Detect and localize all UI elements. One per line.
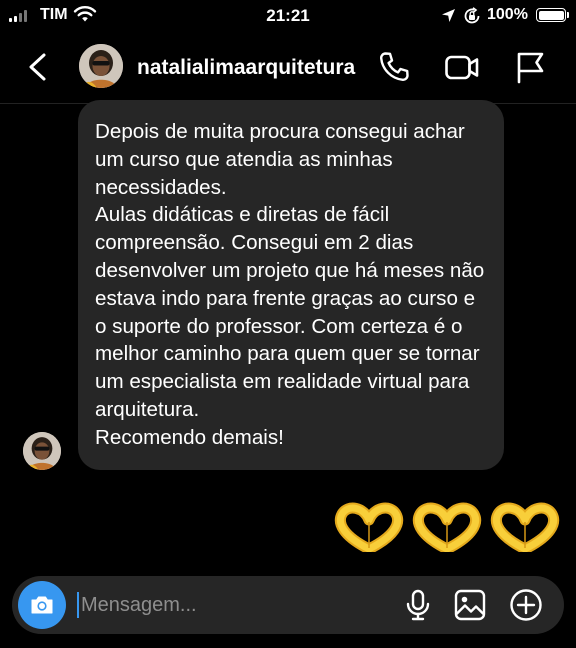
microphone-icon[interactable] <box>400 587 436 623</box>
battery-nub <box>567 12 569 18</box>
status-bar: TIM 21:21 100% <box>0 0 576 32</box>
battery-icon <box>536 8 566 22</box>
text-cursor <box>77 592 79 618</box>
received-message-bubble[interactable]: Depois de muita procura consegui achar u… <box>78 100 504 470</box>
heart-hands-emoji <box>412 502 482 552</box>
video-camera-icon[interactable] <box>444 49 480 85</box>
phone-icon[interactable] <box>376 49 412 85</box>
heart-hands-emoji <box>490 502 560 552</box>
chat-header: natalialimaarquitetura <box>0 32 576 104</box>
back-chevron-icon[interactable] <box>22 50 56 84</box>
message-paragraph: Recomendo demais! <box>95 425 284 449</box>
camera-button[interactable] <box>18 581 66 629</box>
location-arrow-icon <box>442 9 455 22</box>
message-input[interactable]: Mensagem... <box>81 594 197 617</box>
heart-hands-emoji <box>334 502 404 552</box>
flag-icon[interactable] <box>512 49 548 85</box>
contact-username[interactable]: natalialimaarquitetura <box>137 56 371 80</box>
message-paragraph: Aulas didáticas e diretas de fácil compr… <box>95 203 485 421</box>
rotation-lock-icon <box>464 7 480 24</box>
sender-avatar[interactable] <box>23 432 61 470</box>
gallery-icon[interactable] <box>452 587 488 623</box>
battery-percentage: 100% <box>487 6 528 23</box>
add-circle-icon[interactable] <box>508 587 544 623</box>
message-composer: Mensagem... <box>12 576 564 634</box>
contact-avatar[interactable] <box>79 44 123 88</box>
message-paragraph: Depois de muita procura consegui achar u… <box>95 120 465 199</box>
camera-icon <box>31 596 53 614</box>
sent-emoji-message[interactable] <box>334 502 560 552</box>
